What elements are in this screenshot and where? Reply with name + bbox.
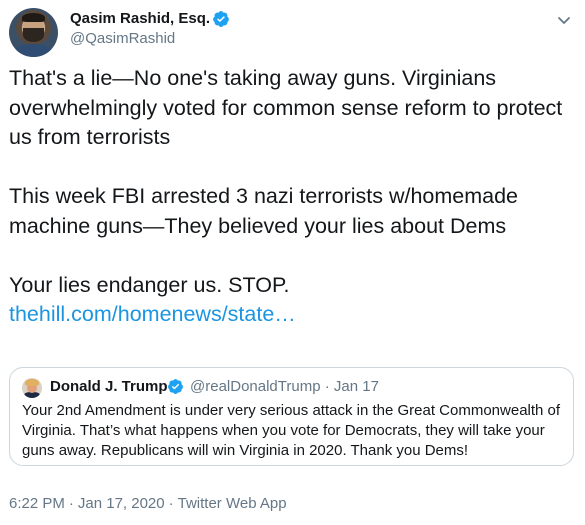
quoted-tweet-meta: @realDonaldTrump · Jan 17 (190, 378, 379, 395)
tweet-paragraph: Your lies endanger us. STOP. (9, 272, 290, 297)
verified-badge-icon (213, 11, 229, 27)
author-display-name[interactable]: Qasim Rashid, Esq. (70, 10, 210, 27)
tweet: Qasim Rashid, Esq. @QasimRashid That's a… (0, 0, 585, 525)
tweet-source[interactable]: Twitter Web App (178, 495, 287, 512)
quoted-author-display-name[interactable]: Donald J. Trump (50, 378, 168, 395)
chevron-down-icon[interactable] (556, 12, 572, 28)
author-handle[interactable]: @QasimRashid (70, 30, 175, 47)
tweet-link[interactable]: thehill.com/homenews/state… (9, 302, 296, 326)
quoted-tweet-date[interactable]: Jan 17 (334, 378, 379, 395)
verified-badge-icon (168, 379, 183, 394)
quoted-author-avatar[interactable] (22, 378, 42, 398)
quoted-author-handle[interactable]: @realDonaldTrump (190, 378, 321, 395)
quoted-tweet-text: Your 2nd Amendment is under very serious… (22, 402, 561, 459)
quoted-tweet-card[interactable]: Donald J. Trump @realDonaldTrump · Jan 1… (9, 367, 574, 466)
tweet-paragraph: That's a lie—No one's taking away guns. … (9, 66, 563, 149)
tweet-date[interactable]: Jan 17, 2020 (78, 495, 165, 512)
tweet-body: That's a lie—No one's taking away guns. … (9, 64, 579, 330)
tweet-metadata: 6:22 PM · Jan 17, 2020 · Twitter Web App (9, 495, 287, 512)
author-avatar[interactable] (9, 8, 58, 57)
tweet-time[interactable]: 6:22 PM (9, 495, 65, 512)
tweet-paragraph: This week FBI arrested 3 nazi terrorists… (9, 184, 519, 238)
